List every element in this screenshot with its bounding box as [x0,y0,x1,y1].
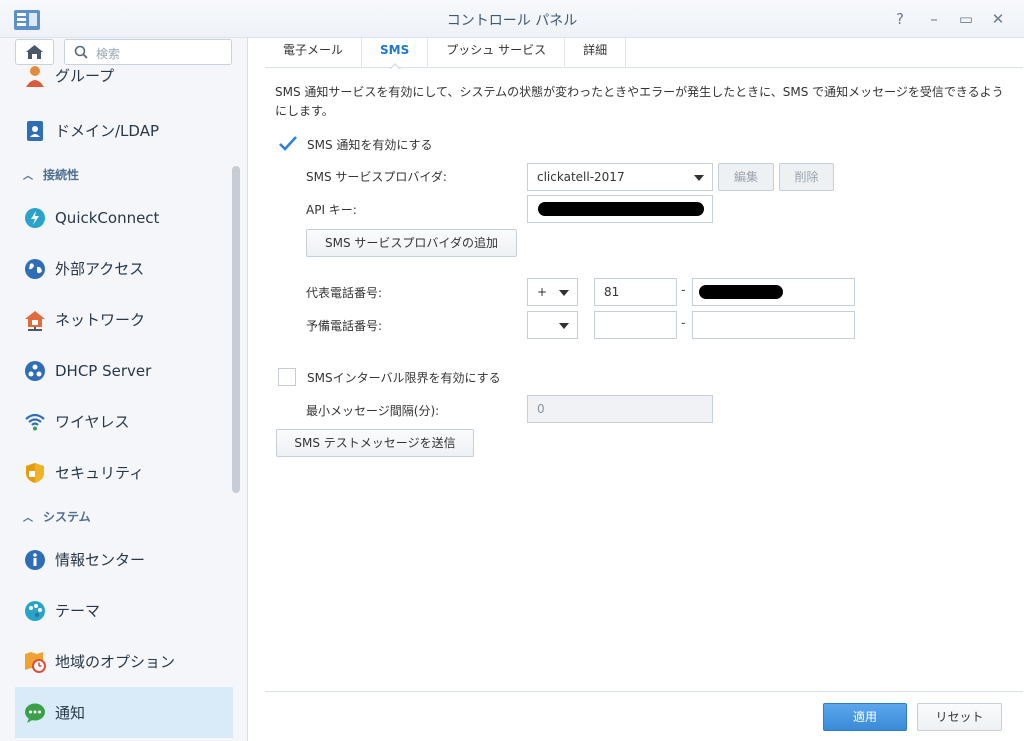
dhcp-icon [15,360,55,382]
sidebar-item-security[interactable]: セキュリティ [15,447,233,498]
interval-limit-checkbox[interactable] [278,368,296,386]
dropdown-arrow-icon [559,323,569,329]
close-button[interactable]: ✕ [987,8,1009,30]
api-key-label: API キー: [306,203,357,217]
chat-icon [15,702,55,724]
enable-sms-checkbox[interactable] [278,135,297,153]
home-button[interactable] [15,39,54,65]
sidebar-item-label: ドメイン/LDAP [55,122,160,140]
primary-country-code-field[interactable]: 81 [594,278,677,306]
sidebar-item-label: セキュリティ [55,464,145,482]
provider-select[interactable]: clickatell-2017 [527,163,713,191]
primary-phone-label: 代表電話番号: [306,286,383,300]
shield-icon [15,462,55,484]
primary-number-field[interactable] [692,278,855,306]
tab-push-service[interactable]: プッシュ サービス [428,38,566,68]
help-button[interactable]: ? [889,8,911,30]
palette-icon [15,600,55,622]
dropdown-arrow-icon [559,290,569,296]
min-interval-label: 最小メッセージ間隔(分): [306,404,440,418]
min-interval-field[interactable]: 0 [527,395,713,423]
sidebar-item-quickconnect[interactable]: QuickConnect [15,192,233,243]
group-icon [15,65,55,87]
secondary-number-field[interactable] [692,311,855,339]
search-input[interactable]: 検索 [96,45,120,62]
sidebar-item-label: QuickConnect [55,208,160,227]
section-label: システム [43,509,91,524]
redacted-mark [538,202,704,216]
dropdown-arrow-icon [694,175,704,181]
info-icon [15,549,55,571]
secondary-prefix-select[interactable] [527,311,578,339]
sidebar-item-label: 地域のオプション [55,653,176,671]
sidebar-item-label: 外部アクセス [55,260,145,278]
globe-icon [15,258,55,280]
control-panel-window: コントロール パネル ? – ▭ ✕ 検索 グループ ドメイン/LDAP ︿ 接… [0,0,1024,741]
title-bar: コントロール パネル ? – ▭ ✕ [0,0,1024,38]
sidebar-item-notification[interactable]: 通知 [15,687,233,738]
primary-prefix-value: + [537,285,548,299]
tab-bar: 電子メール SMS プッシュ サービス 詳細 [265,38,1023,70]
interval-limit-label: SMSインターバル限界を有効にする [307,371,501,385]
sidebar: 検索 グループ ドメイン/LDAP ︿ 接続性 QuickConnect 外部ア… [0,38,248,741]
tab-sms[interactable]: SMS [362,38,429,70]
sidebar-item-label: グループ [55,67,115,85]
maximize-button[interactable]: ▭ [955,8,977,30]
search-icon [74,45,88,59]
tab-advanced[interactable]: 詳細 [565,38,627,68]
quickconnect-icon [15,207,55,229]
sidebar-item-dhcp-server[interactable]: DHCP Server [15,345,233,396]
chevron-up-icon: ︿ [23,170,33,182]
sms-description: SMS 通知サービスを有効にして、システムの状態が変わったときやエラーが発生した… [275,85,1004,118]
primary-prefix-select[interactable]: + [527,278,578,306]
secondary-country-code-field[interactable] [594,311,677,339]
enable-sms-label: SMS 通知を有効にする [307,138,433,152]
sidebar-item-label: テーマ [55,602,101,620]
sidebar-item-label: 情報センター [55,551,146,569]
delete-provider-button[interactable]: 削除 [779,163,834,191]
sidebar-item-wireless[interactable]: ワイヤレス [15,396,233,447]
search-box[interactable]: 検索 [64,39,232,65]
sidebar-item-domain-ldap[interactable]: ドメイン/LDAP [15,105,233,156]
sidebar-item-group[interactable]: グループ [15,65,233,91]
region-icon [15,651,55,673]
redacted-mark [699,285,783,299]
domain-icon [15,120,55,142]
wifi-icon [15,411,55,433]
minimize-button[interactable]: – [923,8,945,30]
home-icon [26,45,43,59]
network-icon [15,309,55,331]
sidebar-item-label: ワイヤレス [55,413,130,431]
sidebar-item-network[interactable]: ネットワーク [15,294,233,345]
phone-dash: - [681,283,686,298]
chevron-up-icon: ︿ [23,512,33,524]
reset-button[interactable]: リセット [917,703,1002,731]
sidebar-item-label: 通知 [55,704,86,722]
tab-email[interactable]: 電子メール [265,38,363,68]
sidebar-item-external-access[interactable]: 外部アクセス [15,243,233,294]
window-title: コントロール パネル [446,13,578,29]
secondary-phone-label: 予備電話番号: [306,319,383,333]
apply-button[interactable]: 適用 [823,703,907,731]
sidebar-item-label: DHCP Server [55,361,152,380]
sidebar-item-regional-options[interactable]: 地域のオプション [15,636,233,687]
edit-provider-button[interactable]: 編集 [718,163,774,191]
footer-divider [265,691,1023,692]
checkmark-icon [279,136,297,151]
section-system[interactable]: ︿ システム [15,498,233,534]
sidebar-nav: グループ ドメイン/LDAP ︿ 接続性 QuickConnect 外部アクセス… [15,65,233,738]
provider-label: SMS サービスプロバイダ: [306,170,447,184]
provider-value: clickatell-2017 [537,170,625,184]
add-provider-button[interactable]: SMS サービスプロバイダの追加 [306,229,517,257]
send-test-sms-button[interactable]: SMS テストメッセージを送信 [276,429,474,457]
sidebar-item-label: ネットワーク [55,311,146,329]
sidebar-item-theme[interactable]: テーマ [15,585,233,636]
phone-dash: - [681,316,686,331]
section-label: 接続性 [43,167,80,182]
sidebar-scrollbar[interactable] [232,166,240,493]
api-key-field[interactable] [527,195,713,223]
section-connectivity[interactable]: ︿ 接続性 [15,156,233,192]
sidebar-item-info-center[interactable]: 情報センター [15,534,233,585]
main-panel: 電子メール SMS プッシュ サービス 詳細 SMS 通知サービスを有効にして、… [249,38,1024,741]
